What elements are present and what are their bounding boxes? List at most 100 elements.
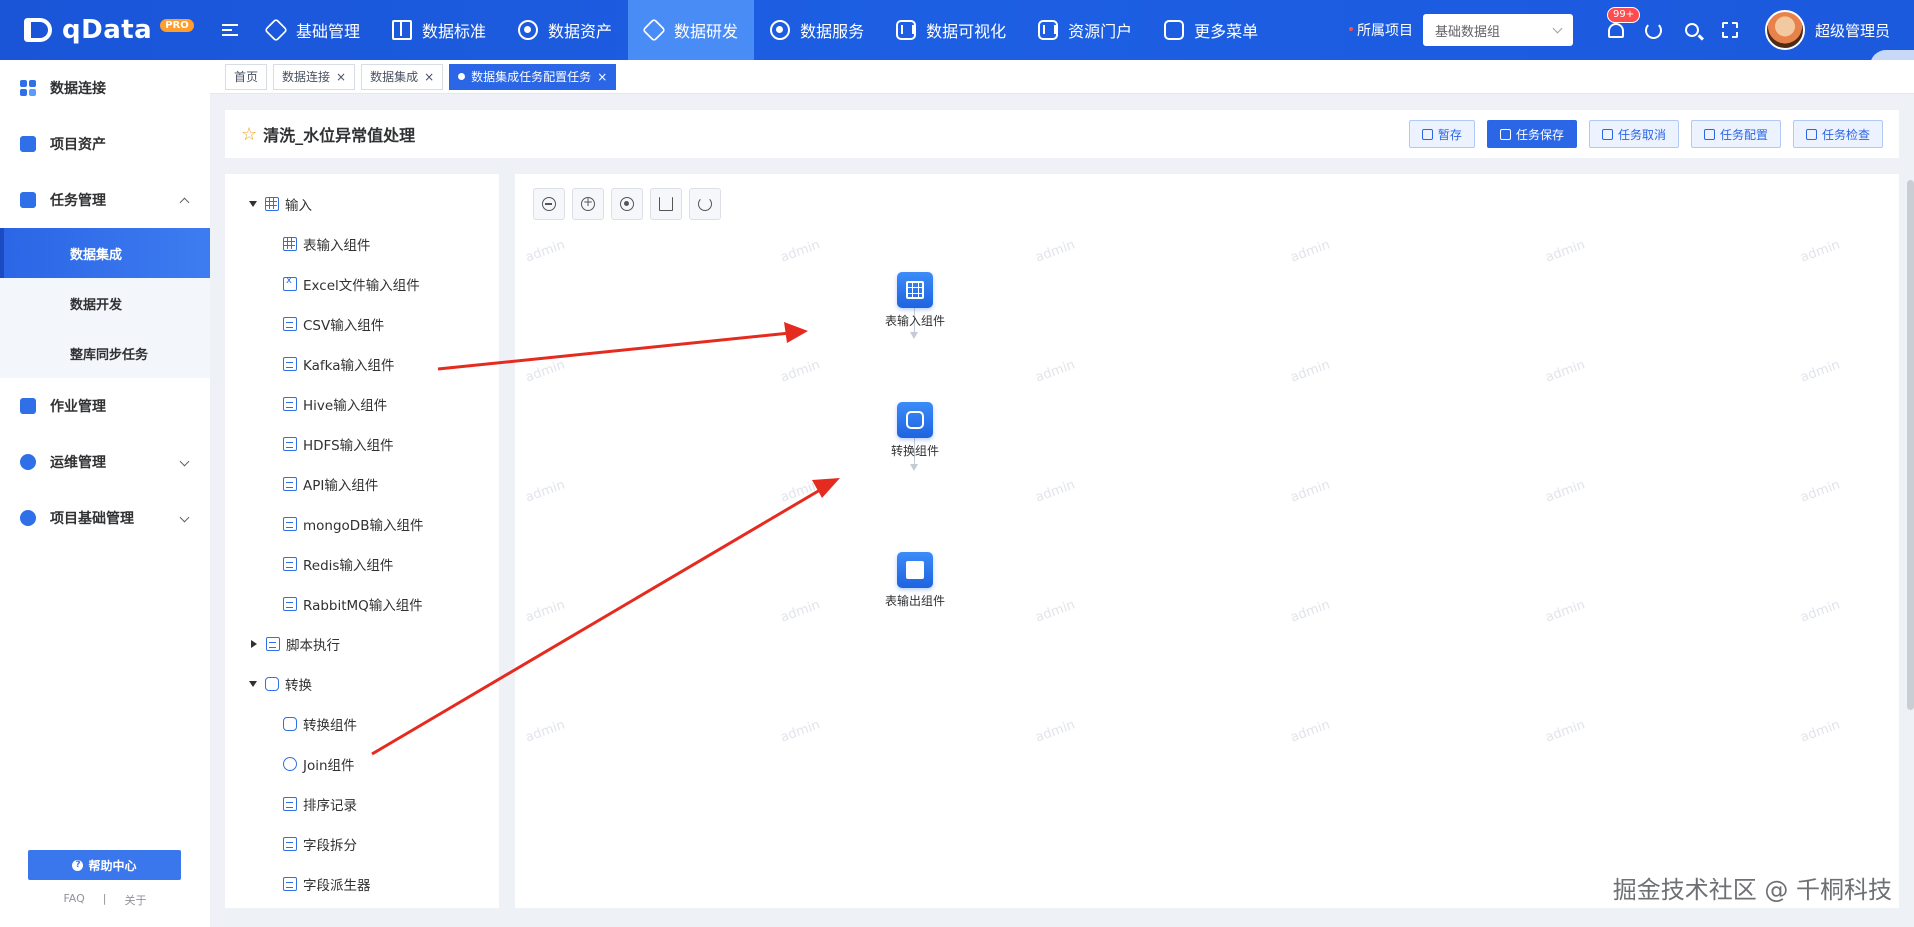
tree-item[interactable]: HDFS输入组件 bbox=[225, 424, 499, 464]
tree-item[interactable]: Join组件 bbox=[225, 744, 499, 784]
chevron-up-icon bbox=[179, 197, 190, 208]
tree-group[interactable]: 脚本执行 bbox=[225, 624, 499, 664]
watermark-text: admin bbox=[523, 597, 568, 626]
close-icon[interactable]: × bbox=[597, 71, 607, 83]
flow-node-table-output[interactable]: 表输出组件 bbox=[865, 552, 965, 609]
flow-canvas[interactable]: 表输入组件 转换组件 表输出组件 admin admin admin admin adm… bbox=[515, 174, 1899, 908]
notification-button[interactable]: 99+ bbox=[1605, 7, 1641, 41]
tree-item[interactable]: Redis输入组件 bbox=[225, 544, 499, 584]
locate-icon bbox=[620, 197, 634, 211]
sidebar-item-task-management[interactable]: 任务管理 bbox=[0, 172, 210, 228]
about-link[interactable]: 关于 bbox=[125, 892, 147, 908]
flow-node-table-input[interactable]: 表输入组件 bbox=[865, 272, 965, 329]
caret-down-icon[interactable] bbox=[249, 201, 257, 207]
refresh-button[interactable] bbox=[1643, 19, 1665, 41]
tree-item-label: 输入 bbox=[285, 198, 312, 214]
zoom-out-button[interactable] bbox=[533, 188, 565, 220]
tree-group[interactable]: 输入 bbox=[225, 184, 499, 224]
save-icon bbox=[1499, 128, 1511, 140]
project-select[interactable]: 基础数据组 bbox=[1422, 14, 1573, 46]
tree-item[interactable]: 字段拆分 bbox=[225, 824, 499, 864]
tree-item-label: 字段派生器 bbox=[303, 878, 371, 894]
avatar[interactable] bbox=[1764, 10, 1805, 50]
nav-label: 数据资产 bbox=[548, 22, 613, 41]
tree-item[interactable]: 转换组件 bbox=[225, 704, 499, 744]
logo[interactable]: qData PRO bbox=[0, 0, 210, 60]
nav-label: 资源门户 bbox=[1068, 22, 1133, 41]
username[interactable]: 超级管理员 bbox=[1815, 20, 1890, 41]
menu-fold-icon bbox=[222, 24, 238, 36]
close-icon[interactable]: × bbox=[424, 71, 434, 83]
tree-item[interactable]: RabbitMQ输入组件 bbox=[225, 584, 499, 624]
page-scrollbar[interactable] bbox=[1907, 180, 1914, 710]
menu-toggle-button[interactable] bbox=[210, 0, 250, 60]
sidebar-item-job-management[interactable]: 作业管理 bbox=[0, 378, 210, 434]
sidebar-item-ops-management[interactable]: 运维管理 bbox=[0, 434, 210, 490]
nav-item-data-development[interactable]: 数据研发 bbox=[628, 0, 755, 60]
tab-data-connection[interactable]: 数据连接 × bbox=[273, 63, 356, 90]
nav-item-more-menu[interactable]: 更多菜单 bbox=[1148, 0, 1274, 60]
tree-item[interactable]: 表输入组件 bbox=[225, 224, 499, 264]
fullscreen-button[interactable] bbox=[1719, 19, 1741, 41]
nav-item-resource-portal[interactable]: 资源门户 bbox=[1022, 0, 1148, 60]
grid-icon bbox=[20, 80, 36, 96]
star-icon[interactable]: ☆ bbox=[241, 124, 257, 145]
sidebar-item-project-basic[interactable]: 项目基础管理 bbox=[0, 490, 210, 546]
watermark-text: admin bbox=[1798, 357, 1843, 386]
help-center-button[interactable]: ? 帮助中心 bbox=[28, 850, 181, 880]
notification-badge: 99+ bbox=[1606, 7, 1641, 23]
task-check-button[interactable]: 任务检查 bbox=[1792, 120, 1883, 148]
tab-task-config[interactable]: 数据集成任务配置任务 × bbox=[449, 63, 617, 90]
question-icon: ? bbox=[72, 859, 84, 871]
nav-item-basic-management[interactable]: 基础管理 bbox=[250, 0, 376, 60]
nav-item-data-standard[interactable]: 数据标准 bbox=[376, 0, 502, 60]
faq-link[interactable]: FAQ bbox=[63, 892, 84, 908]
caret-right-icon[interactable] bbox=[251, 640, 257, 648]
tree-item[interactable]: Hive输入组件 bbox=[225, 384, 499, 424]
caret-down-icon[interactable] bbox=[249, 681, 257, 687]
doc-icon bbox=[283, 477, 297, 491]
zoom-in-button[interactable] bbox=[572, 188, 604, 220]
tree-item[interactable]: 字段派生器 bbox=[225, 864, 499, 904]
close-icon[interactable]: × bbox=[336, 71, 346, 83]
export-button[interactable] bbox=[650, 188, 682, 220]
save-task-button[interactable]: 任务保存 bbox=[1486, 120, 1577, 148]
tree-item[interactable]: CSV输入组件 bbox=[225, 304, 499, 344]
tree-item[interactable]: Kafka输入组件 bbox=[225, 344, 499, 384]
sidebar-item-data-connection[interactable]: 数据连接 bbox=[0, 60, 210, 116]
sidebar-subitem-data-development[interactable]: 数据开发 bbox=[0, 278, 210, 328]
tree-item[interactable]: Excel文件输入组件 bbox=[225, 264, 499, 304]
tree-item-label: Kafka输入组件 bbox=[303, 358, 395, 374]
tree-item[interactable]: 排序记录 bbox=[225, 784, 499, 824]
tab-data-integration[interactable]: 数据集成 × bbox=[361, 63, 444, 90]
tree-item[interactable]: mongoDB输入组件 bbox=[225, 504, 499, 544]
task-config-button[interactable]: 任务配置 bbox=[1690, 120, 1781, 148]
save-draft-button[interactable]: 暂存 bbox=[1408, 120, 1475, 148]
tree-item-label: RabbitMQ输入组件 bbox=[303, 598, 423, 614]
flow-node-transform[interactable]: 转换组件 bbox=[865, 402, 965, 459]
reset-button[interactable] bbox=[689, 188, 721, 220]
apps-icon bbox=[1164, 20, 1185, 40]
sidebar-subitem-data-integration[interactable]: 数据集成 bbox=[0, 228, 210, 278]
tabs-bar: 首页 数据连接 × 数据集成 × 数据集成任务配置任务 × bbox=[210, 60, 1914, 94]
nav-item-data-assets[interactable]: 数据资产 bbox=[502, 0, 628, 60]
export-icon bbox=[659, 197, 673, 211]
locate-button[interactable] bbox=[611, 188, 643, 220]
cancel-task-button[interactable]: 任务取消 bbox=[1588, 120, 1679, 148]
tree-group[interactable]: 转换 bbox=[225, 664, 499, 704]
doc-icon bbox=[283, 317, 297, 331]
watermark-text: admin bbox=[523, 357, 568, 386]
logo-mark-icon bbox=[20, 14, 56, 46]
nav-item-data-service[interactable]: 数据服务 bbox=[754, 0, 880, 60]
grid-icon bbox=[265, 197, 279, 211]
tree-item[interactable]: API输入组件 bbox=[225, 464, 499, 504]
search-button[interactable] bbox=[1681, 19, 1703, 41]
tab-home[interactable]: 首页 bbox=[225, 63, 268, 90]
nav-item-data-visualization[interactable]: 数据可视化 bbox=[880, 0, 1022, 60]
sidebar-subitem-full-db-sync[interactable]: 整库同步任务 bbox=[0, 328, 210, 378]
watermark-text: admin bbox=[1543, 237, 1588, 266]
help-links: FAQ | 关于 bbox=[0, 892, 210, 908]
sidebar-item-project-assets[interactable]: 项目资产 bbox=[0, 116, 210, 172]
cube-icon bbox=[263, 17, 289, 43]
watermark-text: admin bbox=[1798, 477, 1843, 506]
